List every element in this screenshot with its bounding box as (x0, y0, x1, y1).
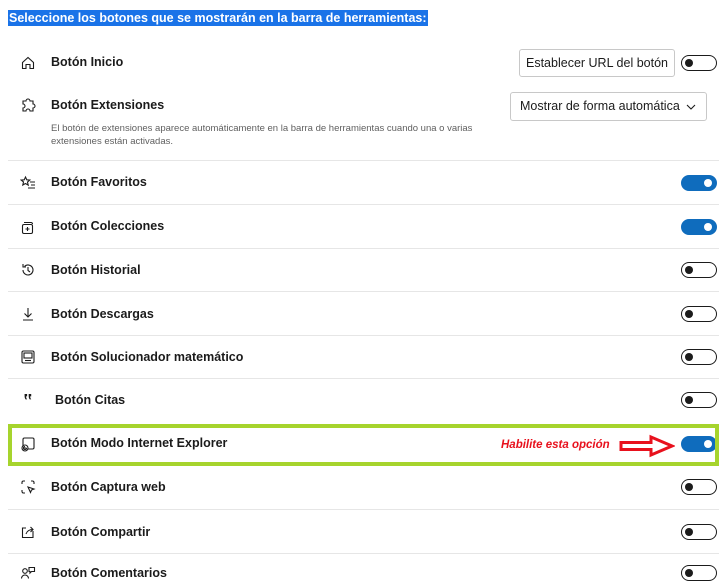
setting-row-feedback-button: Botón Comentarios (8, 553, 719, 588)
web-capture-icon (19, 478, 37, 496)
collections-icon (19, 218, 37, 236)
setting-label: Botón Descargas (51, 307, 154, 321)
home-button-toggle[interactable] (681, 55, 717, 71)
setting-row-math-solver-button: Botón Solucionador matemático (8, 335, 719, 378)
setting-label: Botón Solucionador matemático (51, 350, 244, 364)
red-arrow-icon (619, 434, 675, 458)
math-solver-icon (19, 348, 37, 366)
setting-row-history-button: Botón Historial (8, 248, 719, 291)
share-button-toggle[interactable] (681, 524, 717, 540)
setting-label: Botón Compartir (51, 525, 151, 539)
annotation-text: Habilite esta opción (501, 439, 610, 451)
setting-label: Botón Favoritos (51, 175, 147, 189)
settings-section-header: Seleccione los botones que se mostrarán … (8, 9, 428, 26)
history-button-toggle[interactable] (681, 262, 717, 278)
setting-label: Botón Extensiones (51, 98, 165, 112)
favorites-button-toggle[interactable] (681, 175, 717, 191)
web-capture-button-toggle[interactable] (681, 479, 717, 495)
setting-label: Botón Captura web (51, 480, 166, 494)
downloads-button-toggle[interactable] (681, 306, 717, 322)
setting-row-downloads-button: Botón Descargas (8, 291, 719, 335)
star-list-icon (19, 174, 37, 192)
setting-label: Botón Citas (55, 393, 126, 407)
chevron-down-icon (686, 104, 696, 110)
setting-row-citations-button: ‟ Botón Citas (8, 378, 719, 422)
extensions-visibility-select[interactable]: Mostrar de forma automática (510, 92, 707, 121)
math-solver-button-toggle[interactable] (681, 349, 717, 365)
setting-row-favorites-button: Botón Favoritos (8, 160, 719, 204)
collections-button-toggle[interactable] (681, 219, 717, 235)
quote-icon: ‟ (23, 391, 33, 411)
select-value: Mostrar de forma automática (520, 99, 680, 113)
setting-label: Botón Historial (51, 263, 141, 277)
setting-description: El botón de extensiones aparece automáti… (51, 123, 473, 147)
download-icon (19, 305, 37, 323)
highlight-box (8, 424, 719, 466)
setting-label: Botón Colecciones (51, 219, 165, 233)
puzzle-icon (19, 96, 37, 114)
section-title: Seleccione los botones que se mostrarán … (8, 10, 428, 26)
citations-button-toggle[interactable] (681, 392, 717, 408)
home-icon (19, 54, 37, 72)
setting-row-share-button: Botón Compartir (8, 509, 719, 553)
set-button-url-button[interactable]: Establecer URL del botón (519, 49, 675, 77)
setting-row-web-capture-button: Botón Captura web (8, 466, 719, 509)
feedback-icon (19, 564, 37, 582)
feedback-button-toggle[interactable] (681, 565, 717, 581)
share-icon (19, 523, 37, 541)
history-icon (19, 261, 37, 279)
setting-label: Botón Comentarios (51, 566, 167, 580)
setting-row-collections-button: Botón Colecciones (8, 204, 719, 248)
setting-label: Botón Inicio (51, 55, 124, 69)
